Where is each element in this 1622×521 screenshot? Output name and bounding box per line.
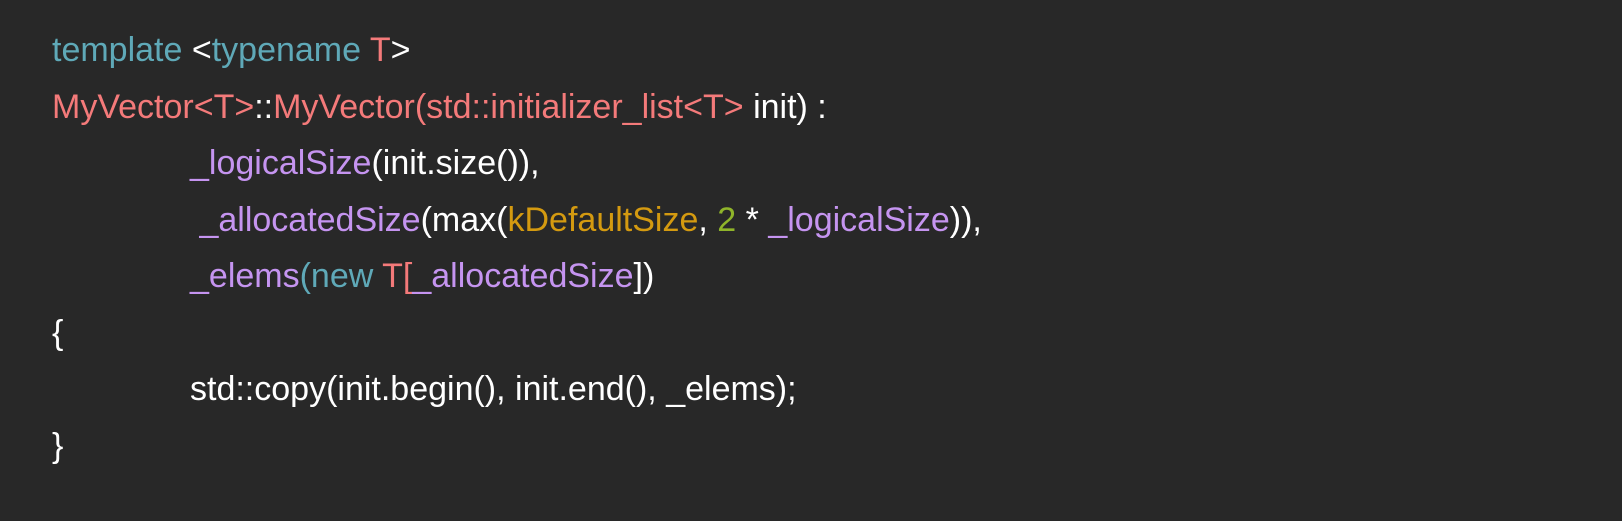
- code-token: _logicalSize: [190, 144, 372, 182]
- code-token: T: [361, 31, 391, 69]
- code-block: template <typename T> MyVector<T>::MyVect…: [52, 22, 982, 474]
- code-token: (std::initializer_list: [414, 87, 684, 126]
- code-token: *: [736, 200, 769, 239]
- code-token: 2: [717, 200, 737, 239]
- code-token: MyVector: [52, 87, 194, 126]
- code-token: {: [52, 313, 64, 352]
- code-token: typename: [211, 31, 362, 69]
- code-token: init) :: [743, 87, 827, 126]
- code-token: _allocatedSize: [190, 200, 421, 239]
- code-token: kDefaultSize: [507, 200, 699, 239]
- code-token: <: [182, 31, 212, 69]
- code-token: template: [52, 31, 183, 69]
- code-line: std::copy(init.begin(), init.end(), _ele…: [52, 361, 982, 418]
- code-line: _logicalSize(init.size()),: [52, 135, 982, 192]
- code-line: template <typename T>: [52, 22, 982, 79]
- code-token: (new: [299, 257, 374, 295]
- code-token: ::: [254, 87, 274, 126]
- code-line: _allocatedSize(max(kDefaultSize, 2 * _lo…: [52, 192, 982, 249]
- code-token: )),: [949, 200, 982, 239]
- code-line: }: [52, 418, 982, 475]
- code-token: _logicalSize: [768, 200, 950, 239]
- code-token: (max(: [420, 200, 508, 239]
- code-token: MyVector: [273, 87, 415, 126]
- code-token: _allocatedSize: [412, 257, 634, 295]
- code-token: <T>: [193, 87, 255, 126]
- code-token: std::copy(init.begin(), init.end(), _ele…: [190, 370, 797, 408]
- code-token: ,: [698, 200, 718, 239]
- code-line: _elems(new T[_allocatedSize]): [52, 248, 982, 305]
- code-line: MyVector<T>::MyVector(std::initializer_l…: [52, 79, 982, 136]
- code-token: T[: [373, 257, 413, 295]
- code-line: {: [52, 305, 982, 362]
- code-token: ]): [633, 257, 655, 295]
- code-token: _elems: [190, 257, 300, 295]
- code-token: >: [390, 31, 411, 69]
- code-token: (init.size()),: [371, 144, 540, 182]
- code-token: <T>: [683, 87, 744, 126]
- code-token: }: [52, 426, 64, 465]
